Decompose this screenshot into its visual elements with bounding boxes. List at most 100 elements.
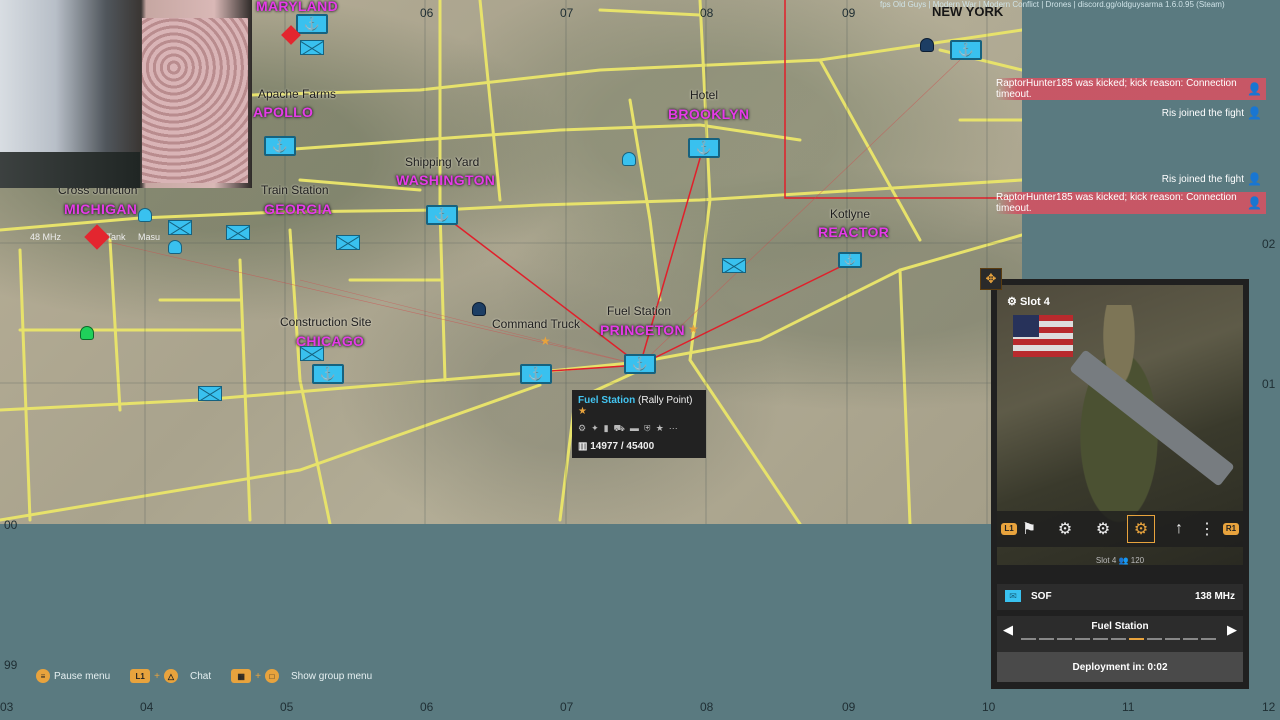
place-label-command-truck: Command Truck xyxy=(492,317,581,331)
unit-marker[interactable] xyxy=(168,240,182,254)
supply-marker[interactable] xyxy=(168,220,192,235)
base-marker-chicago[interactable]: ⚓ xyxy=(312,364,344,384)
place-label-farms: Apache Farms xyxy=(258,87,337,101)
unit-marker[interactable] xyxy=(622,152,636,166)
grid-label: 99 xyxy=(4,658,18,672)
square-button-icon: □ xyxy=(264,669,279,683)
town-label-brooklyn: BROOKLYN xyxy=(668,106,750,122)
group-hint: Show group menu xyxy=(290,670,373,682)
webcam-overlay xyxy=(0,0,252,188)
base-marker-fuel-station[interactable]: ⚓ xyxy=(624,354,656,374)
menu-button-icon: ≡ xyxy=(36,669,50,683)
plus-icon: + xyxy=(154,670,160,682)
notification-kick: RaptorHunter185 was kicked; kick reason:… xyxy=(996,78,1266,100)
rally-point-tooltip: Fuel Station (Rally Point) ★ ⚙✦▮⛟▬⛨★⋯ ▥ … xyxy=(572,390,706,458)
unit-marker[interactable] xyxy=(138,208,152,222)
base-marker-apollo[interactable]: ⚓ xyxy=(264,136,296,156)
friendly-marker[interactable] xyxy=(80,326,94,340)
grid-label: 11 xyxy=(1122,700,1135,714)
gear-icon[interactable]: ⚙ xyxy=(1089,515,1117,543)
grid-label: 06 xyxy=(420,6,434,20)
radio-name: SOF xyxy=(1031,591,1052,602)
grid-label: 00 xyxy=(4,518,18,532)
webcam-curtain xyxy=(142,18,248,183)
gear-icon[interactable]: ⚙ xyxy=(1127,515,1155,543)
service-icons: ⚙✦▮⛟▬⛨★⋯ xyxy=(578,423,683,433)
user-icon: 👤 xyxy=(1247,172,1262,186)
server-info: fps Old Guys | Modern War | Modern Confl… xyxy=(880,0,1225,9)
supply-marker[interactable] xyxy=(198,386,222,401)
gear-icon: ⚙ xyxy=(1007,296,1017,308)
grid-label: 07 xyxy=(560,6,574,20)
grid-label: 12 xyxy=(1262,700,1276,714)
base-marker-new-york[interactable]: ⚓ xyxy=(950,40,982,60)
base-marker-reactor[interactable]: ⚓ xyxy=(838,252,862,268)
place-label-train-station: Train Station xyxy=(261,183,329,197)
l1-button-icon: L1 xyxy=(130,669,151,683)
arrow-right-icon[interactable]: ▶ xyxy=(1227,622,1237,638)
place-label-shipping-yard: Shipping Yard xyxy=(405,155,480,169)
arrow-up-icon[interactable]: ↑ xyxy=(1165,515,1193,543)
notification-text: RaptorHunter185 was kicked; kick reason:… xyxy=(996,78,1237,100)
radio-row[interactable]: ✉ SOF 138 MHz xyxy=(997,584,1243,610)
grid-label: 02 xyxy=(1262,237,1276,251)
deploy-button[interactable]: Deployment in: 0:02 xyxy=(997,652,1243,682)
base-marker-washington[interactable]: ⚓ xyxy=(426,205,458,225)
spawn-selector[interactable]: ◀ Fuel Station ▶ xyxy=(997,616,1243,652)
user-icon: 👤 xyxy=(1247,82,1262,96)
supply-marker[interactable] xyxy=(300,346,324,361)
town-label-reactor: REACTOR xyxy=(818,224,890,240)
notification-join: Ris joined the fight 👤 xyxy=(1066,102,1266,124)
supply-marker[interactable] xyxy=(722,258,746,273)
radio-frequency: 138 MHz xyxy=(1194,591,1235,602)
grid-label: 10 xyxy=(982,700,996,714)
slot-info-label: Slot 4 xyxy=(1095,556,1117,565)
town-label-princeton: PRINCETON xyxy=(600,322,685,338)
enemy-marker[interactable] xyxy=(472,302,486,316)
chat-hint: Chat xyxy=(190,670,212,682)
lb-hint: L1 xyxy=(1001,523,1017,535)
base-marker-command-truck[interactable]: ⚓ xyxy=(520,364,552,384)
town-label-maryland: MARYLAND xyxy=(256,0,338,14)
webcam-furniture xyxy=(0,152,140,188)
supply-marker[interactable] xyxy=(226,225,250,240)
slot-info: Slot 4 👥 120 xyxy=(991,556,1249,565)
place-label-fuel-station: Fuel Station xyxy=(607,304,672,318)
base-marker-maryland[interactable]: ⚓ xyxy=(296,14,328,34)
place-label-kotlyne: Kotlyne xyxy=(830,207,871,221)
notification-join: Ris joined the fight 👤 xyxy=(1066,168,1266,190)
place-label-construction-site: Construction Site xyxy=(280,315,372,329)
tooltip-type: (Rally Point) xyxy=(638,395,693,406)
tooltip-name: Fuel Station xyxy=(578,395,636,406)
grid-label: 03 xyxy=(0,700,14,714)
triangle-button-icon: △ xyxy=(164,669,178,683)
grid-label: 05 xyxy=(280,700,294,714)
tooltip-supply: 14977 / 45400 xyxy=(590,441,655,452)
spawn-pagination xyxy=(1021,638,1216,640)
user-icon: 👤 xyxy=(1247,196,1262,210)
people-icon: 👥 xyxy=(1118,556,1129,565)
more-icon[interactable]: ⋮ xyxy=(1199,515,1215,543)
town-label-apollo: APOLLO xyxy=(253,104,314,120)
grid-label: 06 xyxy=(420,700,434,714)
move-icon[interactable]: ✥ xyxy=(980,268,1002,290)
enemy-marker[interactable] xyxy=(920,38,934,52)
star-icon: ★ xyxy=(540,334,551,348)
notification-kick: RaptorHunter185 was kicked; kick reason:… xyxy=(996,192,1266,214)
grid-label: 04 xyxy=(140,700,154,714)
gear-icon[interactable]: ⚙ xyxy=(1051,515,1079,543)
base-marker-brooklyn[interactable]: ⚓ xyxy=(688,138,720,158)
control-hints: ≡ Pause menu L1 + △ Chat ▦ + □ Show grou… xyxy=(36,669,372,683)
town-label-michigan: MICHIGAN xyxy=(64,201,138,217)
grid-label: 01 xyxy=(1262,377,1276,391)
grid-label: 09 xyxy=(842,700,856,714)
grid-label: 09 xyxy=(842,6,856,20)
notification-text: Ris joined the fight xyxy=(1161,173,1244,185)
supply-marker[interactable] xyxy=(300,40,324,55)
supply-marker[interactable] xyxy=(336,235,360,250)
envelope-icon: ✉ xyxy=(1005,590,1021,602)
prev-icon[interactable]: ⚑ xyxy=(1021,515,1037,543)
place-label-hotel: Hotel xyxy=(690,88,719,102)
slot-count: 120 xyxy=(1130,556,1145,565)
supply-icon: ▥ xyxy=(578,441,588,452)
